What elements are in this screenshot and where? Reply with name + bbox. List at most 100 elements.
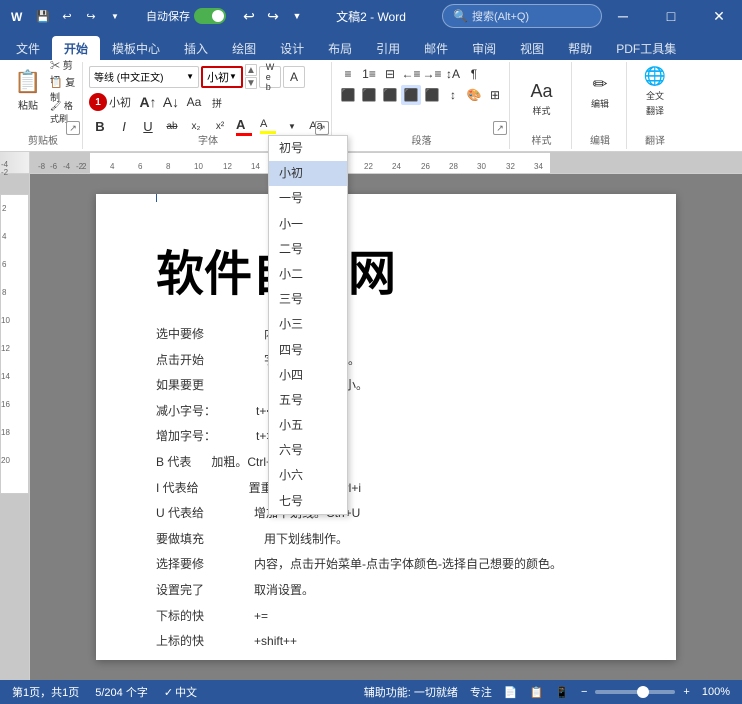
align-right-btn[interactable]: ⬛ <box>380 85 400 105</box>
more-qa-btn[interactable]: ▼ <box>104 5 126 27</box>
font-size-up-btn[interactable]: ▲ <box>245 64 257 76</box>
spelling-icon: ✓ <box>164 686 173 699</box>
line-spacing-btn[interactable]: ↕ <box>443 85 463 105</box>
size-xiaoer[interactable]: 小二 <box>269 262 347 287</box>
content-area[interactable]: 软件自学网 选中要修内容。 点击开始字号里面的参数。 如果要更手动输入大小。 减… <box>30 174 742 680</box>
view-web-btn[interactable]: 📱 <box>551 686 573 699</box>
edit-label: 编辑 <box>591 97 609 110</box>
clipboard-dialog-btn[interactable]: ↗ <box>66 121 80 135</box>
tab-help[interactable]: 帮助 <box>556 36 604 60</box>
view-reading-btn[interactable]: 📋 <box>526 686 548 699</box>
maximize-button[interactable]: □ <box>648 0 694 32</box>
borders-btn[interactable]: ⊞ <box>485 85 505 105</box>
translate-label: 全文 <box>646 89 664 102</box>
zoom-level[interactable]: 100% <box>698 686 734 698</box>
align-center-btn[interactable]: ⬛ <box>359 85 379 105</box>
tab-pdf[interactable]: PDF工具集 <box>604 36 688 60</box>
cursor-top-marker <box>156 194 157 202</box>
size-chuhao[interactable]: 初号 <box>269 136 347 161</box>
view-normal-btn[interactable]: 📄 <box>500 686 522 699</box>
styles-button[interactable]: Aa 样式 <box>520 71 564 126</box>
increase-font-btn[interactable]: A↑ <box>137 91 159 113</box>
size-xiaosi[interactable]: 小四 <box>269 363 347 388</box>
tab-mail[interactable]: 邮件 <box>412 36 460 60</box>
columns-btn[interactable]: ⬛ <box>422 85 442 105</box>
font-size-down-btn[interactable]: ▼ <box>245 77 257 89</box>
web-font-btn[interactable]: Web <box>259 66 281 88</box>
font-size-selector[interactable]: 小初 ▼ <box>201 66 243 88</box>
page-body[interactable]: 选中要修内容。 点击开始字号里面的参数。 如果要更手动输入大小。 减小字号：t+… <box>156 324 616 653</box>
zoom-out-btn[interactable]: − <box>577 686 591 698</box>
indent-btn[interactable]: →≡ <box>422 64 442 84</box>
font-name-selector[interactable]: 等线 (中文正文) ▼ <box>89 66 199 88</box>
sort-btn[interactable]: ↕A <box>443 64 463 84</box>
autosave-switch[interactable] <box>194 8 226 24</box>
size-xiaochu[interactable]: 小初 <box>269 161 347 186</box>
copy-button[interactable]: 📋 复制 <box>50 81 78 97</box>
page-status[interactable]: 第1页，共1页 <box>8 684 83 700</box>
para-dialog-btn[interactable]: ↗ <box>493 121 507 135</box>
size-liuhao[interactable]: 六号 <box>269 438 347 463</box>
focus-btn[interactable]: 专注 <box>466 684 496 700</box>
size-yihao[interactable]: 一号 <box>269 186 347 211</box>
tab-review[interactable]: 审阅 <box>460 36 508 60</box>
accessibility-status[interactable]: 辅助功能: 一切就绪 <box>360 684 462 700</box>
size-xiaoyi[interactable]: 小一 <box>269 212 347 237</box>
body-line-9: 要做填充用下划线制作。 <box>156 529 616 551</box>
tab-template[interactable]: 模板中心 <box>100 36 172 60</box>
close-button[interactable]: ✕ <box>696 0 742 32</box>
tab-layout[interactable]: 布局 <box>316 36 364 60</box>
save-qa-btn[interactable]: 💾 <box>32 5 54 27</box>
clear-all-btn[interactable]: Aa <box>183 91 205 113</box>
spelling-check[interactable]: ✓ 中文 <box>160 684 201 700</box>
translate-button[interactable]: 🌐 全文 翻译 <box>633 64 677 119</box>
undo-button[interactable]: ↩ <box>238 5 260 27</box>
search-box[interactable]: 🔍 搜索(Alt+Q) <box>442 4 602 28</box>
numbers-btn[interactable]: 1≡ <box>359 64 379 84</box>
redo-button[interactable]: ↪ <box>262 5 284 27</box>
justify-btn[interactable]: ⬛ <box>401 85 421 105</box>
bullets-btn[interactable]: ≡ <box>338 64 358 84</box>
shading-btn[interactable]: 🎨 <box>464 85 484 105</box>
quick-access-toolbar: 💾 ↩ ↪ ▼ <box>32 5 126 27</box>
ribbon: 📋 粘贴 ✂ 剪切 📋 复制 🖌 格式刷 剪贴板 ↗ 等线 (中文正文) ▼ 小… <box>0 60 742 152</box>
word-count[interactable]: 5/204 个字 <box>91 684 152 700</box>
size-xiaowu[interactable]: 小五 <box>269 413 347 438</box>
clear-format-btn[interactable]: A <box>283 66 305 88</box>
tab-references[interactable]: 引用 <box>364 36 412 60</box>
tab-design[interactable]: 设计 <box>268 36 316 60</box>
body-line-11: 设置完了取消设置。 <box>156 580 616 602</box>
size-xiaoliu[interactable]: 小六 <box>269 463 347 488</box>
show-marks-btn[interactable]: ¶ <box>464 64 484 84</box>
multilevel-btn[interactable]: ⊟ <box>380 64 400 84</box>
tab-view[interactable]: 视图 <box>508 36 556 60</box>
undo-qa-btn[interactable]: ↩ <box>56 5 78 27</box>
size-xiaosan[interactable]: 小三 <box>269 312 347 337</box>
main-area: 2 4 6 8 10 12 14 16 18 20 -4 -2 软件自学网 选中… <box>0 174 742 680</box>
paste-icon: 📋 <box>14 69 41 95</box>
size-erhao[interactable]: 二号 <box>269 237 347 262</box>
body-line-10: 选择要修内容，点击开始菜单-点击字体颜色-选择自己想要的颜色。 <box>156 554 616 576</box>
zoom-slider[interactable] <box>595 690 675 694</box>
tab-draw[interactable]: 绘图 <box>220 36 268 60</box>
tab-insert[interactable]: 插入 <box>172 36 220 60</box>
zoom-in-btn[interactable]: + <box>679 686 693 698</box>
toggle-knob <box>212 10 224 22</box>
size-sanhao[interactable]: 三号 <box>269 287 347 312</box>
paste-button[interactable]: 📋 粘贴 <box>8 64 48 116</box>
redo-qa-btn[interactable]: ↪ <box>80 5 102 27</box>
tab-file[interactable]: 文件 <box>4 36 52 60</box>
align-row: ⬛ ⬛ ⬛ ⬛ ⬛ ↕ 🎨 ⊞ <box>338 85 505 105</box>
size-qihao[interactable]: 七号 <box>269 489 347 514</box>
pinyin-btn[interactable]: 拼 <box>206 91 228 113</box>
size-sihao[interactable]: 四号 <box>269 338 347 363</box>
decrease-font-btn[interactable]: A↓ <box>160 91 182 113</box>
edit-button[interactable]: ✏ 编辑 <box>578 64 622 119</box>
minimize-button[interactable]: ─ <box>600 0 646 32</box>
outdent-btn[interactable]: ←≡ <box>401 64 421 84</box>
size-wuhao[interactable]: 五号 <box>269 388 347 413</box>
more-undo-btn[interactable]: ▼ <box>286 5 308 27</box>
size-bahao[interactable]: 八号 <box>269 514 347 515</box>
font-dialog-btn[interactable]: ↗ <box>315 121 329 135</box>
align-left-btn[interactable]: ⬛ <box>338 85 358 105</box>
